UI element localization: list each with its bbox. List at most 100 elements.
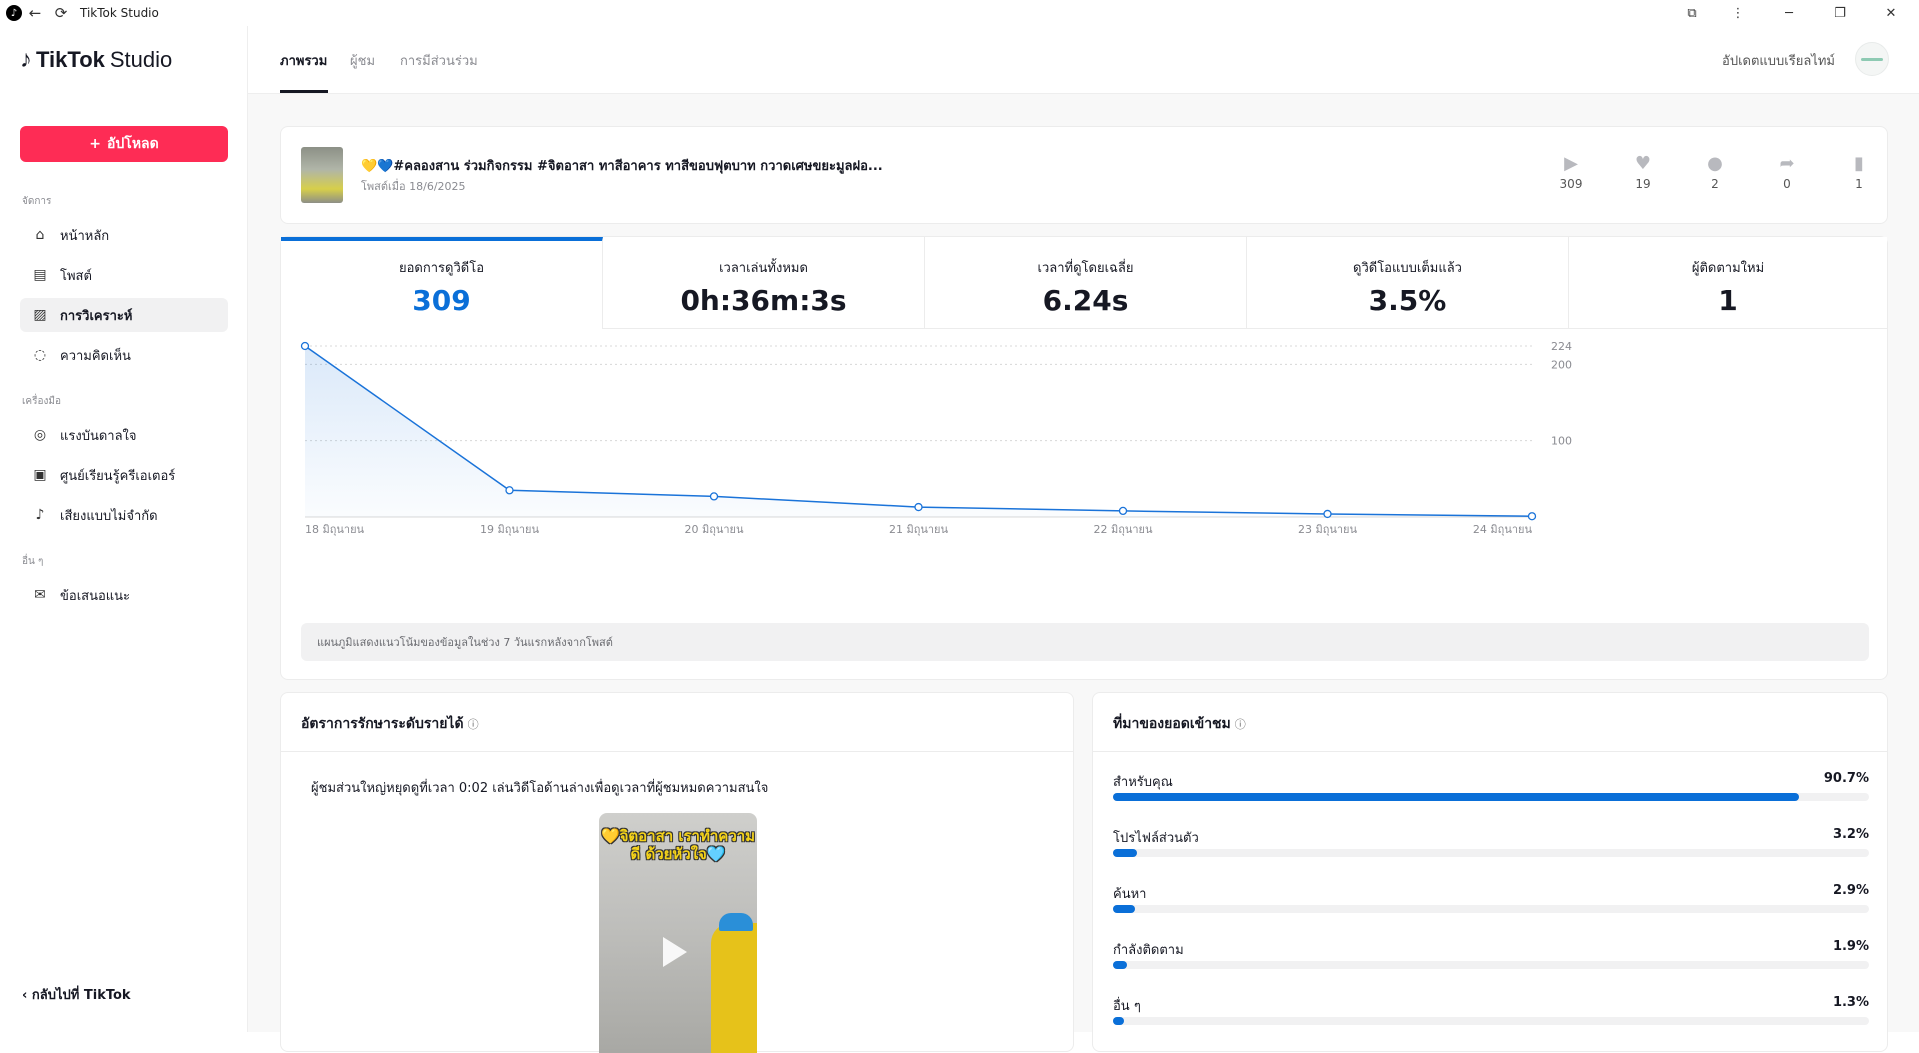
traffic-source-bar-track xyxy=(1113,1017,1869,1025)
play-icon[interactable] xyxy=(663,937,687,967)
stat-saves: ▮ 1 xyxy=(1839,153,1879,191)
bookmark-icon: ▮ xyxy=(1854,153,1864,174)
window-title: TikTok Studio xyxy=(80,6,159,20)
traffic-source-row: ค้นหา 2.9% xyxy=(1113,883,1869,913)
sidebar-item-label: หน้าหลัก xyxy=(60,228,110,244)
metric-label: ผู้ติดตามใหม่ xyxy=(1691,261,1765,276)
metric-value: 0h:36m:3s xyxy=(680,284,847,317)
stat-views: ▶ 309 xyxy=(1551,153,1591,191)
traffic-source-bar-fill xyxy=(1113,1017,1125,1025)
tab-engagement[interactable]: การมีส่วนร่วม xyxy=(400,50,478,71)
traffic-source-row: โปรไฟล์ส่วนตัว 3.2% xyxy=(1113,827,1869,857)
video-figure xyxy=(711,923,757,1053)
x-tick-label: 23 มิถุนายน xyxy=(1298,523,1358,536)
metric-new-followers[interactable]: ผู้ติดตามใหม่ 1 xyxy=(1569,237,1887,329)
video-caption: 💛จิตอาสา เราทำความดี ด้วยหัวใจ🩵 xyxy=(600,827,756,863)
info-icon[interactable]: ⓘ xyxy=(1235,718,1246,731)
metric-video-views[interactable]: ยอดการดูวิดีโอ 309 xyxy=(281,237,603,329)
posts-icon: ▤ xyxy=(33,267,47,283)
divider xyxy=(281,751,1073,752)
info-icon[interactable]: ⓘ xyxy=(468,718,479,731)
sidebar-item-label: แรงบันดาลใจ xyxy=(60,428,137,444)
sidebar-item-feedback[interactable]: ✉ ข้อเสนอแนะ xyxy=(20,578,228,612)
metric-value: 1 xyxy=(1718,284,1738,317)
section-title-manage: จัดการ xyxy=(22,196,52,207)
retention-description: ผู้ชมส่วนใหญ่หยุดดูที่เวลา 0:02 เล่นวิดี… xyxy=(311,781,769,796)
sidebar: ♪ TikTok Studio + อัปโหลด จัดการ ⌂ หน้าห… xyxy=(0,26,248,1032)
tab-audience[interactable]: ผู้ชม xyxy=(350,50,375,71)
sidebar-item-comments[interactable]: ◌ ความคิดเห็น xyxy=(20,338,228,372)
metric-label: เวลาที่ดูโดยเฉลี่ย xyxy=(1037,261,1134,276)
traffic-source-percent: 90.7% xyxy=(1823,771,1869,786)
traffic-source-label: อื่น ๆ xyxy=(1113,999,1141,1014)
traffic-source-percent: 1.9% xyxy=(1832,939,1869,954)
stat-value: 2 xyxy=(1711,177,1719,191)
top-header: ภาพรวม ผู้ชม การมีส่วนร่วม อัปเดตแบบเรีย… xyxy=(248,26,1919,94)
stat-value: 0 xyxy=(1783,177,1791,191)
heart-icon: ♥ xyxy=(1634,153,1652,174)
restore-icon[interactable]: ❐ xyxy=(1817,0,1863,26)
analytics-icon: ▨ xyxy=(33,307,47,323)
data-point[interactable] xyxy=(505,486,514,495)
y-tick-label: 100 xyxy=(1551,435,1572,448)
divider xyxy=(1093,751,1887,752)
main-content: 💛💙#คลองสาน ร่วมกิจกรรม #จิตอาสา ทาสีอาคา… xyxy=(248,94,1919,1053)
sidebar-item-posts[interactable]: ▤ โพสต์ xyxy=(20,258,228,292)
data-point[interactable] xyxy=(709,492,719,501)
traffic-source-bar-fill xyxy=(1113,849,1138,857)
sidebar-item-label: ศูนย์เรียนรู้ครีเอเตอร์ xyxy=(60,468,176,484)
upload-button[interactable]: + อัปโหลด xyxy=(20,126,228,162)
extensions-icon[interactable]: ⧉ xyxy=(1669,0,1715,26)
traffic-source-bar-track xyxy=(1113,961,1869,969)
data-point[interactable] xyxy=(914,502,923,512)
play-icon: ▶ xyxy=(1564,153,1578,174)
lightbulb-icon: ◎ xyxy=(33,427,47,443)
minimize-icon[interactable]: ─ xyxy=(1761,0,1817,26)
stat-value: 1 xyxy=(1855,177,1863,191)
sidebar-item-inspiration[interactable]: ◎ แรงบันดาลใจ xyxy=(20,418,228,452)
post-thumbnail[interactable] xyxy=(301,147,343,203)
metric-label: ดูวิดีโอแบบเต็มแล้ว xyxy=(1353,261,1462,276)
sidebar-item-analytics[interactable]: ▨ การวิเคราะห์ xyxy=(20,298,228,332)
sidebar-item-label: โพสต์ xyxy=(60,268,92,284)
traffic-source-title-text: ที่มาของยอดเข้าชม xyxy=(1113,716,1231,732)
brand-name: TikTok xyxy=(36,47,105,72)
data-point[interactable] xyxy=(300,341,310,351)
sidebar-item-label: ข้อเสนอแนะ xyxy=(60,588,131,604)
data-point[interactable] xyxy=(1527,512,1537,521)
sidebar-item-home[interactable]: ⌂ หน้าหลัก xyxy=(20,218,228,252)
metric-total-play-time[interactable]: เวลาเล่นทั้งหมด 0h:36m:3s xyxy=(603,237,925,329)
traffic-source-row: กำลังติดตาม 1.9% xyxy=(1113,939,1869,969)
share-icon: ➦ xyxy=(1779,153,1795,174)
metric-full-video-watched[interactable]: ดูวิดีโอแบบเต็มแล้ว 3.5% xyxy=(1247,237,1569,329)
post-card: 💛💙#คลองสาน ร่วมกิจกรรม #จิตอาสา ทาสีอาคา… xyxy=(280,126,1888,224)
sidebar-item-music[interactable]: ♪ เสียงแบบไม่จำกัด xyxy=(20,498,228,532)
data-point[interactable] xyxy=(1323,509,1332,519)
post-title: 💛💙#คลองสาน ร่วมกิจกรรม #จิตอาสา ทาสีอาคา… xyxy=(361,159,883,174)
y-tick-label: 200 xyxy=(1551,358,1572,371)
retention-title-text: อัตราการรักษาระดับรายได้ xyxy=(301,716,464,732)
back-icon[interactable]: ← xyxy=(22,0,48,26)
back-to-tiktok-link[interactable]: ‹ กลับไปที่ TikTok xyxy=(22,984,131,1005)
section-title-tools: เครื่องมือ xyxy=(22,396,61,407)
data-point[interactable] xyxy=(1118,506,1128,516)
x-tick-label: 24 มิถุนายน xyxy=(1473,523,1533,536)
traffic-source-percent: 3.2% xyxy=(1832,827,1869,842)
series-area xyxy=(305,346,1532,517)
sidebar-item-academy[interactable]: ▣ ศูนย์เรียนรู้ครีเอเตอร์ xyxy=(20,458,228,492)
avatar[interactable] xyxy=(1855,42,1889,76)
metric-value: 3.5% xyxy=(1368,284,1447,317)
close-icon[interactable]: ✕ xyxy=(1863,0,1919,26)
comments-icon: ◌ xyxy=(33,347,47,363)
refresh-icon[interactable]: ⟳ xyxy=(48,0,74,26)
brand-logo[interactable]: ♪ TikTok Studio xyxy=(20,46,172,74)
brand-suffix: Studio xyxy=(109,47,173,72)
x-tick-label: 20 มิถุนายน xyxy=(684,523,744,536)
y-tick-label: 224 xyxy=(1551,340,1572,353)
tab-overview[interactable]: ภาพรวม xyxy=(280,50,327,71)
more-icon[interactable]: ⋮ xyxy=(1715,0,1761,26)
retention-video-player[interactable]: 💛จิตอาสา เราทำความดี ด้วยหัวใจ🩵 xyxy=(599,813,757,1053)
metric-average-watch-time[interactable]: เวลาที่ดูโดยเฉลี่ย 6.24s xyxy=(925,237,1247,329)
x-tick-label: 18 มิถุนายน xyxy=(305,523,365,536)
x-tick-label: 21 มิถุนายน xyxy=(889,523,949,536)
